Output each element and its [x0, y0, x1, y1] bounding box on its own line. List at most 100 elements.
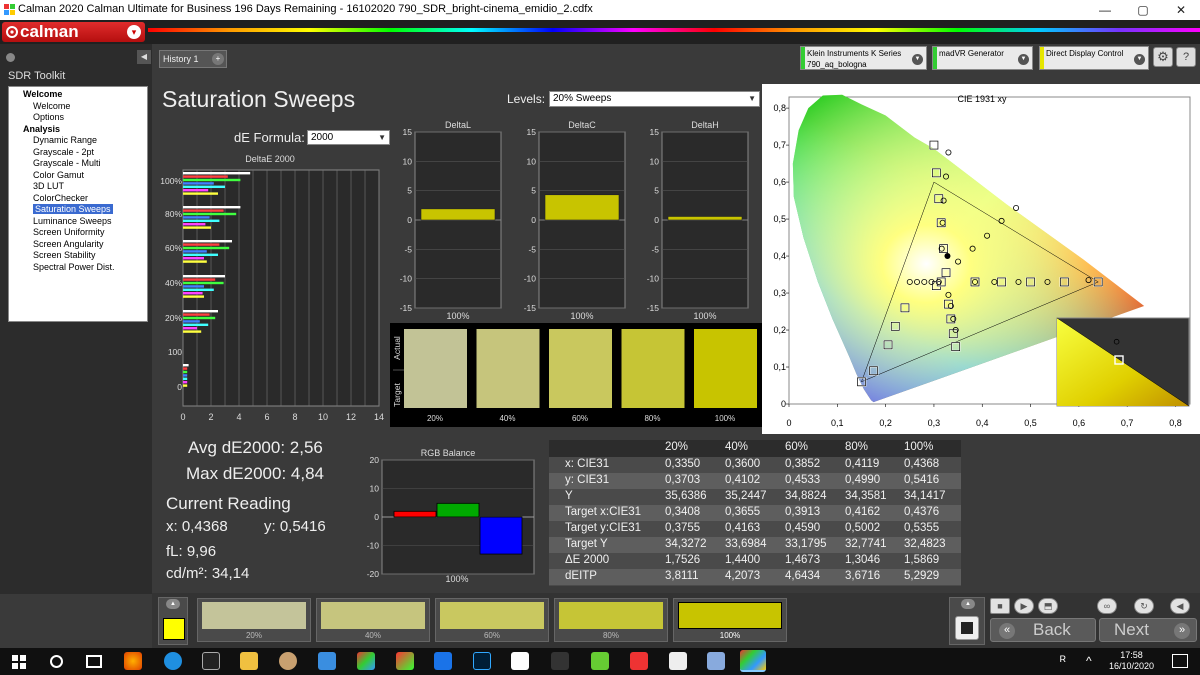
- deltae-bar: [183, 316, 216, 320]
- vnc-viewer-icon[interactable]: [511, 652, 529, 670]
- current-measurement-marker: [944, 253, 951, 260]
- edge-icon[interactable]: [164, 652, 182, 670]
- chevron-down-icon[interactable]: ▼: [912, 54, 923, 65]
- deltae-bar: [183, 189, 209, 192]
- minimize-button[interactable]: —: [1086, 0, 1124, 20]
- chevron-down-icon[interactable]: ▼: [1134, 54, 1145, 65]
- sidebar-item[interactable]: Welcome: [33, 101, 70, 113]
- sidebar-item[interactable]: Screen Uniformity: [33, 227, 105, 239]
- back-button[interactable]: « Back: [990, 618, 1096, 642]
- search-icon[interactable]: [50, 655, 63, 668]
- firefox-icon[interactable]: [124, 652, 142, 670]
- sidebar-item[interactable]: Luminance Sweeps: [33, 216, 112, 228]
- sidebar-item[interactable]: Welcome: [23, 89, 62, 101]
- sidebar-item[interactable]: Analysis: [23, 124, 60, 136]
- patch-swatch-button[interactable]: 80%: [554, 598, 668, 642]
- sidebar-item[interactable]: Spectral Power Dist.: [33, 262, 115, 274]
- table-cell: 34,3272: [665, 538, 707, 550]
- history-tab[interactable]: History 1 +: [159, 50, 227, 68]
- settings-button[interactable]: ⚙: [1153, 47, 1173, 67]
- x-tick-label: 0,7: [1121, 418, 1134, 428]
- sidebar-item[interactable]: 3D LUT: [33, 181, 64, 193]
- scroll-up-icon[interactable]: ▲: [961, 599, 975, 609]
- stop-icon[interactable]: ■: [990, 598, 1010, 614]
- x-tick-label: 10: [318, 412, 328, 422]
- patch-swatch-button[interactable]: 40%: [316, 598, 430, 642]
- paint-app-icon[interactable]: [630, 652, 648, 670]
- close-button[interactable]: ✕: [1162, 0, 1200, 20]
- 4k-app-icon[interactable]: [202, 652, 220, 670]
- notes-app-icon[interactable]: [591, 652, 609, 670]
- levels-dropdown[interactable]: 20% Sweeps ▼: [549, 91, 760, 107]
- sidebar-item[interactable]: Dynamic Range: [33, 135, 97, 147]
- table-cell: 4,6434: [785, 570, 821, 582]
- tray-chevron-icon[interactable]: ^: [1086, 654, 1092, 668]
- sidebar-collapse-button[interactable]: ◀: [137, 50, 151, 64]
- display-control-selector[interactable]: Direct Display Control ▼: [1039, 46, 1149, 70]
- chevron-down-icon[interactable]: ▼: [1018, 54, 1029, 65]
- system-clock[interactable]: 17:58 16/10/2020: [1109, 650, 1154, 672]
- sidebar-item[interactable]: Grayscale - Multi: [33, 158, 101, 170]
- loop-icon[interactable]: ∞: [1097, 598, 1117, 614]
- de-formula-dropdown[interactable]: 2000 ▼: [307, 130, 390, 145]
- add-history-icon[interactable]: +: [212, 53, 224, 65]
- mail-icon[interactable]: [434, 652, 452, 670]
- meter-device-selector[interactable]: Klein Instruments K Series 790_aq_bologn…: [800, 46, 927, 70]
- network-tool-icon[interactable]: [318, 652, 336, 670]
- user-icon[interactable]: ᴿ: [1060, 653, 1066, 668]
- refresh-icon[interactable]: ↻: [1134, 598, 1154, 614]
- photoshop-icon[interactable]: [473, 652, 491, 670]
- scroll-up-icon[interactable]: ▲: [166, 599, 180, 609]
- table-cell: 5,2929: [904, 570, 940, 582]
- calman-taskbar-icon[interactable]: [740, 650, 766, 672]
- patch-swatch-button[interactable]: 20%: [197, 598, 311, 642]
- logo-text: calman: [20, 22, 79, 41]
- sidebar-item[interactable]: Screen Stability: [33, 250, 96, 262]
- patch-swatch-label: 100%: [719, 631, 741, 640]
- sidebar-item[interactable]: Grayscale - 2pt: [33, 147, 94, 159]
- sidebar-item[interactable]: Options: [33, 112, 64, 124]
- sidebar-item-label: Screen Uniformity: [33, 227, 105, 237]
- logo-dropdown-icon[interactable]: ▾: [127, 25, 141, 39]
- sidebar-options-icon[interactable]: [6, 53, 15, 62]
- sidebar-item[interactable]: Saturation Sweeps: [33, 204, 113, 216]
- bar-label: 100%: [446, 311, 469, 321]
- calman-logo[interactable]: calman ▾: [2, 22, 145, 42]
- table-cell: 0,3913: [785, 506, 821, 518]
- current-reading-title: Current Reading: [166, 494, 291, 513]
- maximize-button[interactable]: ▢: [1124, 0, 1162, 20]
- save-icon[interactable]: ⬒: [1038, 598, 1058, 614]
- profile-app-icon[interactable]: [279, 652, 297, 670]
- avg-de-readout: Avg dE2000: 2,56: [188, 438, 323, 457]
- patch-swatch-button[interactable]: 100%: [673, 598, 787, 642]
- row-label: y: CIE31: [565, 474, 610, 486]
- actual-swatch: [549, 329, 612, 368]
- color-app-icon[interactable]: [396, 652, 414, 670]
- calculator-icon[interactable]: [669, 652, 687, 670]
- patch-swatch-button[interactable]: 60%: [435, 598, 549, 642]
- sidebar-item-label: Welcome: [33, 100, 71, 111]
- table-cell: 0,4102: [725, 474, 761, 486]
- y-tick-label: -20: [367, 569, 380, 579]
- y-tick-label: -5: [528, 244, 536, 254]
- window-app-icon[interactable]: [707, 652, 725, 670]
- hdr-tool-icon[interactable]: [551, 652, 569, 670]
- windows-start-icon[interactable]: [12, 655, 26, 669]
- sidebar-item[interactable]: ColorChecker: [33, 193, 88, 205]
- table-cell: 3,8111: [665, 570, 699, 582]
- sidebar-item[interactable]: Color Gamut: [33, 170, 84, 182]
- left-arrow-icon[interactable]: ◀: [1170, 598, 1190, 614]
- swatch-label: 20%: [427, 414, 443, 423]
- deltae-bar: [183, 260, 207, 263]
- generator-selector[interactable]: madVR Generator ▼: [932, 46, 1033, 70]
- next-button[interactable]: Next »: [1099, 618, 1197, 642]
- help-button[interactable]: ?: [1176, 47, 1196, 67]
- colorchecker-app-icon[interactable]: [357, 652, 375, 670]
- file-explorer-icon[interactable]: [240, 652, 258, 670]
- play-icon[interactable]: ▶: [1014, 598, 1034, 614]
- table-row: y: CIE31 0,3703 0,4102 0,4533 0,4990 0,5416: [549, 473, 961, 489]
- notifications-icon[interactable]: [1172, 654, 1188, 668]
- sidebar-item[interactable]: Screen Angularity: [33, 239, 104, 251]
- task-view-icon[interactable]: [86, 655, 102, 668]
- stop-button[interactable]: [955, 616, 979, 640]
